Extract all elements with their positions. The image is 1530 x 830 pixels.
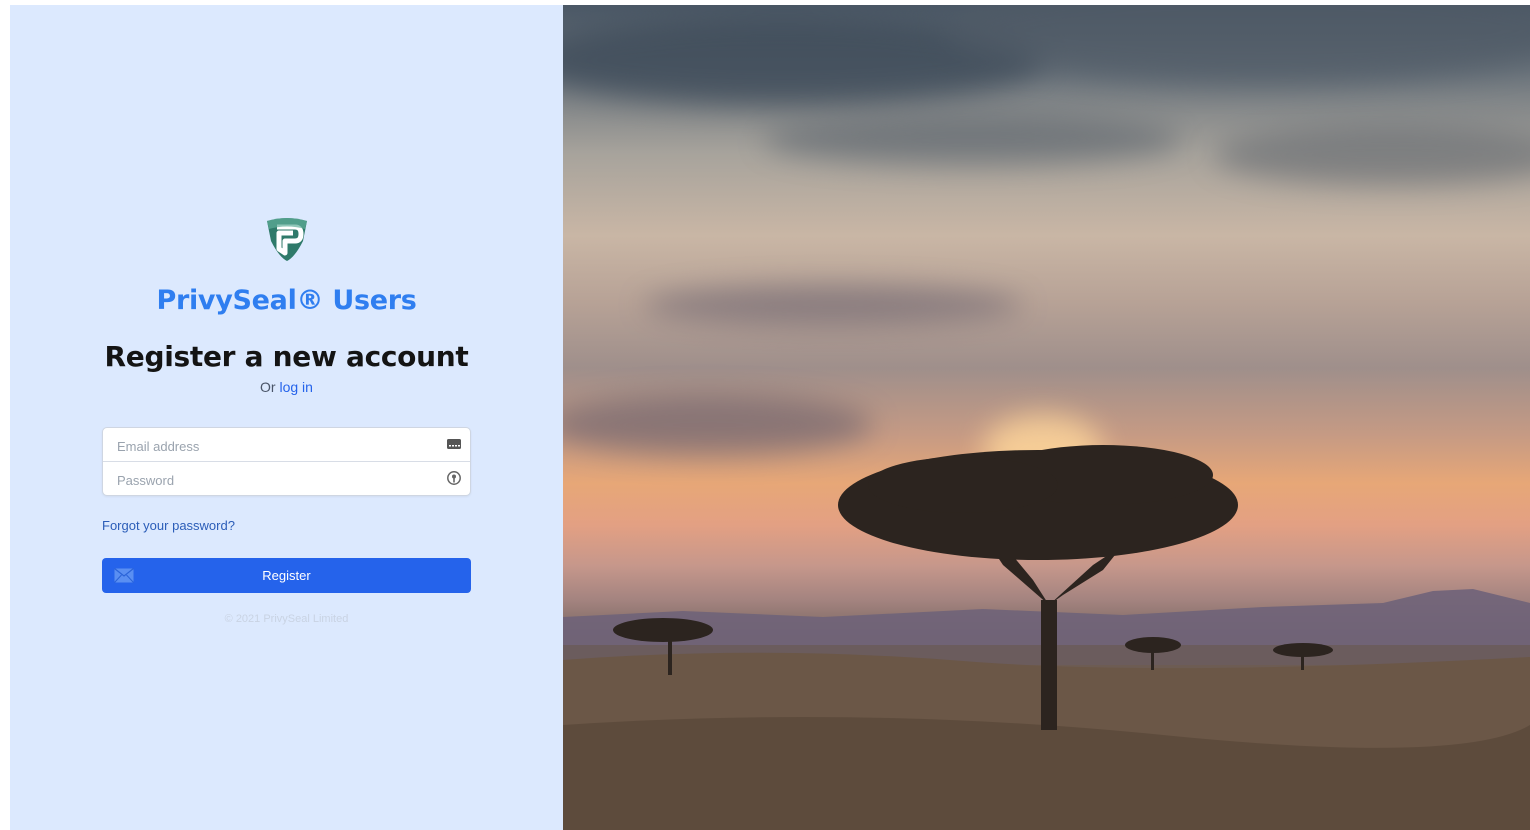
register-button[interactable]: Register — [102, 558, 471, 593]
register-button-label: Register — [262, 568, 311, 583]
landscape-illustration — [563, 445, 1530, 830]
auth-panel: PrivySeal® Users Register a new account … — [10, 5, 563, 830]
login-prompt-prefix: Or — [260, 379, 276, 395]
login-link[interactable]: log in — [279, 379, 312, 395]
password-field-wrapper — [103, 462, 470, 495]
copyright: © 2021 PrivySeal Limited — [224, 613, 349, 625]
page-frame: PrivySeal® Users Register a new account … — [10, 5, 1530, 830]
brand-title: PrivySeal® Users — [156, 285, 417, 316]
email-field-wrapper — [103, 428, 470, 462]
password-field[interactable] — [115, 469, 439, 491]
login-prompt: Or log in — [10, 379, 563, 395]
credentials-group — [102, 427, 471, 496]
savanna-sunset-image — [563, 5, 1530, 830]
email-field[interactable] — [115, 435, 439, 457]
card-icon — [447, 439, 461, 449]
page-title: Register a new account — [104, 340, 469, 373]
forgot-password-link[interactable]: Forgot your password? — [102, 518, 235, 533]
key-icon — [447, 471, 461, 485]
privyseal-logo-icon — [267, 218, 307, 261]
